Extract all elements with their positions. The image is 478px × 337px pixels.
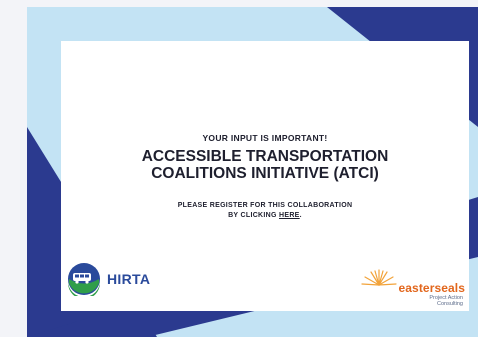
announcement-card: YOUR INPUT IS IMPORTANT! ACCESSIBLE TRAN… [61,41,469,311]
easterseals-wordmark: easterseals [398,281,465,295]
title-line-2: COALITIONS INITIATIVE (ATCI) [151,165,379,182]
banner-title: ACCESSIBLE TRANSPORTATION COALITIONS INI… [61,148,469,182]
cta-suffix: . [299,212,302,219]
easterseals-logo: easterseals Project Action Consulting [349,267,465,307]
cta-prefix: BY CLICKING [228,212,279,219]
sunburst-icon [361,269,397,286]
kicker-text: YOUR INPUT IS IMPORTANT! [202,133,328,143]
hirta-wordmark: HIRTA [107,271,151,287]
register-here-link[interactable]: HERE [279,212,300,219]
hirta-logo: HIRTA [67,261,150,297]
easterseals-sub-line-2: Consulting [437,301,463,307]
title-line-1: ACCESSIBLE TRANSPORTATION [141,148,389,165]
cta-line-2: BY CLICKING HERE. [61,211,469,221]
cta-line-1: PLEASE REGISTER FOR THIS COLLABORATION [177,202,353,209]
hirta-emblem-icon [68,263,100,296]
easterseals-subtitle: Project Action Consulting [429,295,463,307]
register-cta: PLEASE REGISTER FOR THIS COLLABORATION B… [61,201,469,221]
atci-banner: YOUR INPUT IS IMPORTANT! ACCESSIBLE TRAN… [27,7,478,337]
